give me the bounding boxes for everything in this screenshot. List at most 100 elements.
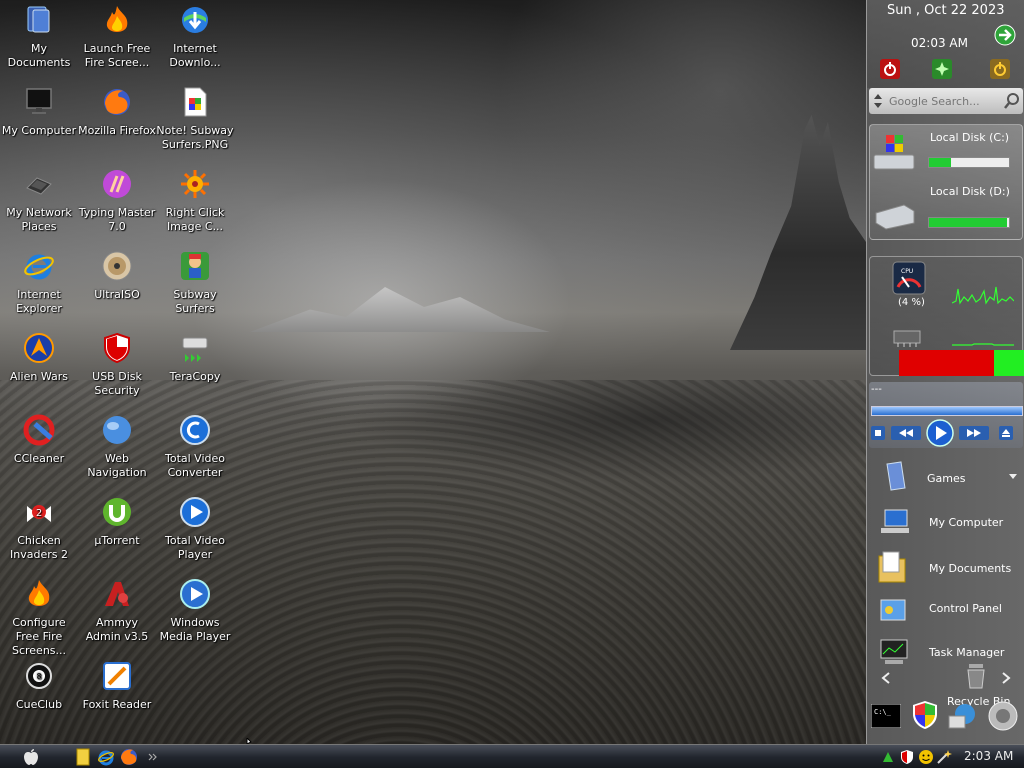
play-icon[interactable] <box>926 419 954 447</box>
icon-label: My Network Places <box>6 206 72 233</box>
taskbar: 2:03 AM <box>0 744 1024 768</box>
stop-icon[interactable] <box>871 426 885 440</box>
shortcut-task-manager[interactable]: Task Manager <box>867 636 1024 672</box>
chevron-left-icon[interactable] <box>881 672 891 684</box>
firefox-quick-launch-icon[interactable] <box>120 748 138 766</box>
desktop-icon-total-video-converter[interactable]: Total Video Converter <box>156 412 234 488</box>
shortcut-my-documents[interactable]: My Documents <box>867 548 1024 588</box>
icon-label: Total Video Converter <box>164 452 225 479</box>
icon-label: Internet Explorer <box>16 288 62 315</box>
chevron-double-right-icon[interactable] <box>144 748 162 766</box>
desktop-icon-mozilla-firefox[interactable]: Mozilla Firefox <box>78 84 156 160</box>
command-prompt-icon[interactable]: C:\_ <box>871 704 901 728</box>
search-icon[interactable] <box>1003 92 1021 110</box>
icon-label: My Documents <box>7 42 71 69</box>
search-input[interactable] <box>887 92 1005 110</box>
shutdown-icon[interactable] <box>879 58 901 80</box>
taskbar-clock[interactable]: 2:03 AM <box>964 749 1013 763</box>
folder-quick-launch-icon[interactable] <box>74 748 92 766</box>
ccleaner-icon <box>23 414 55 446</box>
network-tray-icon[interactable] <box>881 750 895 764</box>
shortcut-games[interactable]: Games <box>867 458 1024 494</box>
desktop-icon-configure-free-fire[interactable]: Configure Free Fire Screens... <box>0 576 78 657</box>
search-engine-toggle-icon[interactable] <box>873 92 883 110</box>
drive-c-usage-fill <box>929 158 952 167</box>
smiley-tray-icon[interactable] <box>918 749 934 765</box>
desktop-icon-subway-png[interactable]: Note! Subway Surfers.PNG <box>156 84 234 160</box>
utorrent-icon <box>103 498 131 526</box>
icon-label: Launch Free Fire Scree... <box>83 42 151 69</box>
icon-label: Mozilla Firefox <box>78 124 156 137</box>
search-box[interactable] <box>869 88 1023 114</box>
memory-usage-bar <box>899 350 1024 376</box>
subway-surfers-icon <box>181 252 209 280</box>
desktop-icon-cueclub[interactable]: 8 CueClub <box>0 658 78 734</box>
chevron-right-icon[interactable] <box>1001 672 1011 684</box>
desktop-icon-chicken-invaders-2[interactable]: 2 Chicken Invaders 2 <box>0 494 78 570</box>
image-file-icon <box>184 87 207 117</box>
desktop-icon-usb-disk-security[interactable]: USB Disk Security <box>78 330 156 406</box>
desktop-icon-my-computer[interactable]: My Computer <box>0 84 78 160</box>
desktop-icon-teracopy[interactable]: TeraCopy <box>156 330 234 406</box>
magic-wand-tray-icon[interactable] <box>936 749 952 765</box>
drive-c-label: Local Disk (C:) <box>930 131 1010 144</box>
wallpaper-rock-spire <box>730 114 866 350</box>
desktop-icon-my-network-places[interactable]: My Network Places <box>0 166 78 242</box>
player-progress-bar[interactable] <box>871 406 1023 416</box>
firefox-icon <box>104 89 130 115</box>
desktop-icon-total-video-player[interactable]: Total Video Player <box>156 494 234 570</box>
speaker-icon[interactable] <box>987 700 1019 732</box>
desktop-icon-right-click-image[interactable]: Right Click Image C... <box>156 166 234 242</box>
shortcut-label: Games <box>927 472 966 485</box>
logoff-icon[interactable] <box>989 58 1011 80</box>
shortcut-control-panel[interactable]: Control Panel <box>867 592 1024 628</box>
wallpaper-mountains <box>250 287 550 332</box>
svg-text:2: 2 <box>36 508 42 519</box>
shortcut-my-computer[interactable]: My Computer <box>867 504 1024 540</box>
icon-label: Right Click Image C... <box>165 206 225 233</box>
security-center-icon[interactable] <box>911 700 939 730</box>
previous-track-icon[interactable] <box>891 426 921 440</box>
usb-security-tray-icon[interactable] <box>899 749 915 765</box>
chevron-down-icon[interactable] <box>1009 472 1017 480</box>
icon-label: UltraISO <box>94 288 140 301</box>
arrow-right-icon[interactable] <box>994 24 1016 46</box>
desktop-icon-ammyy-admin[interactable]: Ammyy Admin v3.5 <box>78 576 156 652</box>
memory-usage-graph <box>952 343 1014 346</box>
desktop-icon-subway-surfers[interactable]: Subway Surfers <box>156 248 234 324</box>
desktop-icon-launch-free-fire[interactable]: Launch Free Fire Scree... <box>78 2 156 78</box>
drive-c-usage-bar <box>928 157 1010 168</box>
media-player-gadget: --- <box>869 382 1023 448</box>
my-documents-folder-icon <box>878 551 906 583</box>
memory-used-segment <box>899 350 994 376</box>
desktop[interactable]: My Documents Launch Free Fire Scree... I… <box>0 0 866 744</box>
next-track-icon[interactable] <box>959 426 989 440</box>
sidebar: Sun , Oct 22 2023 02:03 AM Google Search… <box>866 0 1024 744</box>
desktop-icon-typing-master[interactable]: Typing Master 7.0 <box>78 166 156 242</box>
desktop-icon-windows-media-player[interactable]: Windows Media Player <box>156 576 234 652</box>
icon-label: Chicken Invaders 2 <box>10 534 68 561</box>
standby-icon[interactable] <box>931 58 953 80</box>
desktop-icon-ultraiso[interactable]: UltraISO <box>78 248 156 324</box>
icon-label: TeraCopy <box>169 370 221 383</box>
network-connections-icon[interactable] <box>947 700 979 732</box>
cpu-usage-graph <box>952 286 1014 305</box>
desktop-icon-foxit-reader[interactable]: Foxit Reader <box>78 658 156 734</box>
icon-label: Total Video Player <box>164 534 225 561</box>
alien-wars-icon <box>24 333 54 363</box>
desktop-icon-utorrent[interactable]: µTorrent <box>78 494 156 570</box>
desktop-icon-internet-download-manager[interactable]: Internet Downlo... <box>156 2 234 78</box>
eject-icon[interactable] <box>999 426 1013 440</box>
icon-label: CCleaner <box>13 452 65 465</box>
desktop-icon-alien-wars[interactable]: Alien Wars <box>0 330 78 406</box>
apple-start-icon[interactable] <box>22 748 40 766</box>
games-folder-icon <box>886 461 906 491</box>
desktop-icon-ccleaner[interactable]: CCleaner <box>0 412 78 488</box>
fire-icon <box>106 6 128 32</box>
desktop-icon-web-navigation[interactable]: Web Navigation <box>78 412 156 488</box>
fire-icon <box>28 580 50 606</box>
shortcut-label: Control Panel <box>929 602 1002 615</box>
desktop-icon-my-documents[interactable]: My Documents <box>0 2 78 78</box>
desktop-icon-internet-explorer[interactable]: Internet Explorer <box>0 248 78 324</box>
internet-explorer-quick-launch-icon[interactable] <box>97 748 115 766</box>
